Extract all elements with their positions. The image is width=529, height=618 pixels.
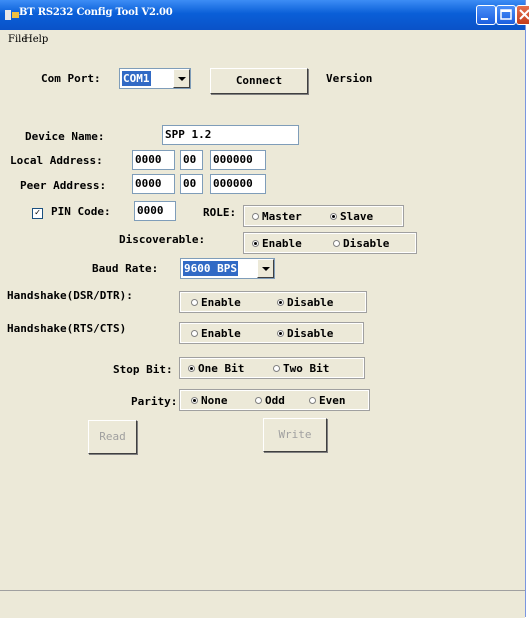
radio-selected-icon — [277, 299, 284, 306]
window-title: BT RS232 Config Tool V2.00 — [19, 7, 173, 18]
com-port-label: Com Port: — [41, 72, 101, 85]
pin-code-checkbox[interactable]: ✓ — [32, 208, 43, 219]
app-window: BT RS232 Config Tool V2.00 File Help Com… — [0, 0, 529, 618]
close-button[interactable] — [516, 5, 529, 25]
parity-label: Parity: — [131, 395, 178, 408]
parity-even-radio[interactable]: Even — [309, 394, 346, 407]
device-name-label: Device Name: — [25, 130, 105, 143]
radio-selected-icon — [191, 397, 198, 404]
handshake-rts-enable-radio[interactable]: Enable — [191, 327, 241, 340]
menu-bar: File Help — [0, 30, 525, 50]
maximize-icon — [500, 9, 512, 20]
chevron-down-icon[interactable] — [173, 69, 190, 88]
maximize-button[interactable] — [496, 5, 516, 25]
role-slave-label: Slave — [340, 210, 374, 223]
handshake-dsr-radio-group: Enable Disable — [179, 291, 367, 313]
connect-button[interactable]: Connect — [210, 68, 308, 94]
handshake-rts-label: Handshake(RTS/CTS) — [7, 322, 127, 335]
stop-bit-radio-group: One Bit Two Bit — [179, 357, 365, 379]
peer-address-lap-field[interactable]: 000000 — [210, 174, 266, 194]
baud-rate-value: 9600 BPS — [183, 261, 238, 276]
baud-rate-select[interactable]: 9600 BPS — [180, 258, 275, 279]
parity-radio-group: None Odd Even — [179, 389, 370, 411]
baud-rate-label: Baud Rate: — [92, 262, 159, 275]
com-port-value: COM1 — [122, 71, 151, 86]
parity-none-label: None — [201, 394, 228, 407]
peer-address-label: Peer Address: — [20, 179, 107, 192]
parity-even-label: Even — [319, 394, 346, 407]
handshake-rts-disable-label: Disable — [287, 327, 334, 340]
discoverable-label: Discoverable: — [119, 233, 206, 246]
discoverable-enable-radio[interactable]: Enable — [252, 237, 302, 250]
role-master-label: Master — [262, 210, 302, 223]
handshake-rts-radio-group: Enable Disable — [179, 322, 364, 344]
handshake-dsr-disable-radio[interactable]: Disable — [277, 296, 333, 309]
device-name-field[interactable]: SPP 1.2 — [162, 125, 299, 145]
radio-selected-icon — [188, 365, 195, 372]
title-bar[interactable]: BT RS232 Config Tool V2.00 — [0, 0, 529, 30]
discoverable-enable-label: Enable — [262, 237, 302, 250]
handshake-rts-enable-label: Enable — [201, 327, 241, 340]
radio-selected-icon — [252, 240, 259, 247]
minimize-icon — [481, 18, 488, 20]
local-address-uap-field[interactable]: 00 — [180, 150, 203, 170]
role-label: ROLE: — [203, 206, 237, 219]
radio-icon — [309, 397, 316, 404]
radio-icon — [333, 240, 340, 247]
stop-bit-two-radio[interactable]: Two Bit — [273, 362, 329, 375]
handshake-dsr-enable-radio[interactable]: Enable — [191, 296, 241, 309]
discoverable-disable-label: Disable — [343, 237, 390, 250]
parity-none-radio[interactable]: None — [191, 394, 228, 407]
role-slave-radio[interactable]: Slave — [330, 210, 373, 223]
radio-icon — [252, 213, 259, 220]
app-icon — [5, 10, 19, 20]
discoverable-disable-radio[interactable]: Disable — [333, 237, 389, 250]
local-address-label: Local Address: — [10, 154, 103, 167]
radio-selected-icon — [330, 213, 337, 220]
role-radio-group: Master Slave — [243, 205, 404, 227]
role-master-radio[interactable]: Master — [252, 210, 302, 223]
radio-icon — [273, 365, 280, 372]
minimize-button[interactable] — [476, 5, 496, 25]
chevron-down-icon[interactable] — [257, 259, 274, 278]
parity-odd-radio[interactable]: Odd — [255, 394, 285, 407]
pin-code-label: PIN Code: — [51, 205, 111, 218]
close-icon — [519, 9, 529, 20]
radio-icon — [255, 397, 262, 404]
version-label: Version — [326, 72, 373, 85]
com-port-select[interactable]: COM1 — [119, 68, 191, 89]
handshake-rts-disable-radio[interactable]: Disable — [277, 327, 333, 340]
local-address-nap-field[interactable]: 0000 — [132, 150, 175, 170]
handshake-dsr-enable-label: Enable — [201, 296, 241, 309]
radio-selected-icon — [277, 330, 284, 337]
menu-help[interactable]: Help — [24, 34, 48, 45]
handshake-dsr-label: Handshake(DSR/DTR): — [7, 289, 133, 302]
pin-code-field[interactable]: 0000 — [134, 201, 176, 221]
status-bar — [0, 590, 525, 618]
write-button[interactable]: Write — [263, 418, 327, 452]
parity-odd-label: Odd — [265, 394, 285, 407]
discoverable-radio-group: Enable Disable — [243, 232, 417, 254]
read-button[interactable]: Read — [88, 420, 137, 454]
handshake-dsr-disable-label: Disable — [287, 296, 334, 309]
peer-address-nap-field[interactable]: 0000 — [132, 174, 175, 194]
radio-icon — [191, 299, 198, 306]
stop-bit-label: Stop Bit: — [113, 363, 173, 376]
local-address-lap-field[interactable]: 000000 — [210, 150, 266, 170]
stop-bit-one-radio[interactable]: One Bit — [188, 362, 244, 375]
radio-icon — [191, 330, 198, 337]
stop-bit-one-label: One Bit — [198, 362, 245, 375]
stop-bit-two-label: Two Bit — [283, 362, 330, 375]
peer-address-uap-field[interactable]: 00 — [180, 174, 203, 194]
